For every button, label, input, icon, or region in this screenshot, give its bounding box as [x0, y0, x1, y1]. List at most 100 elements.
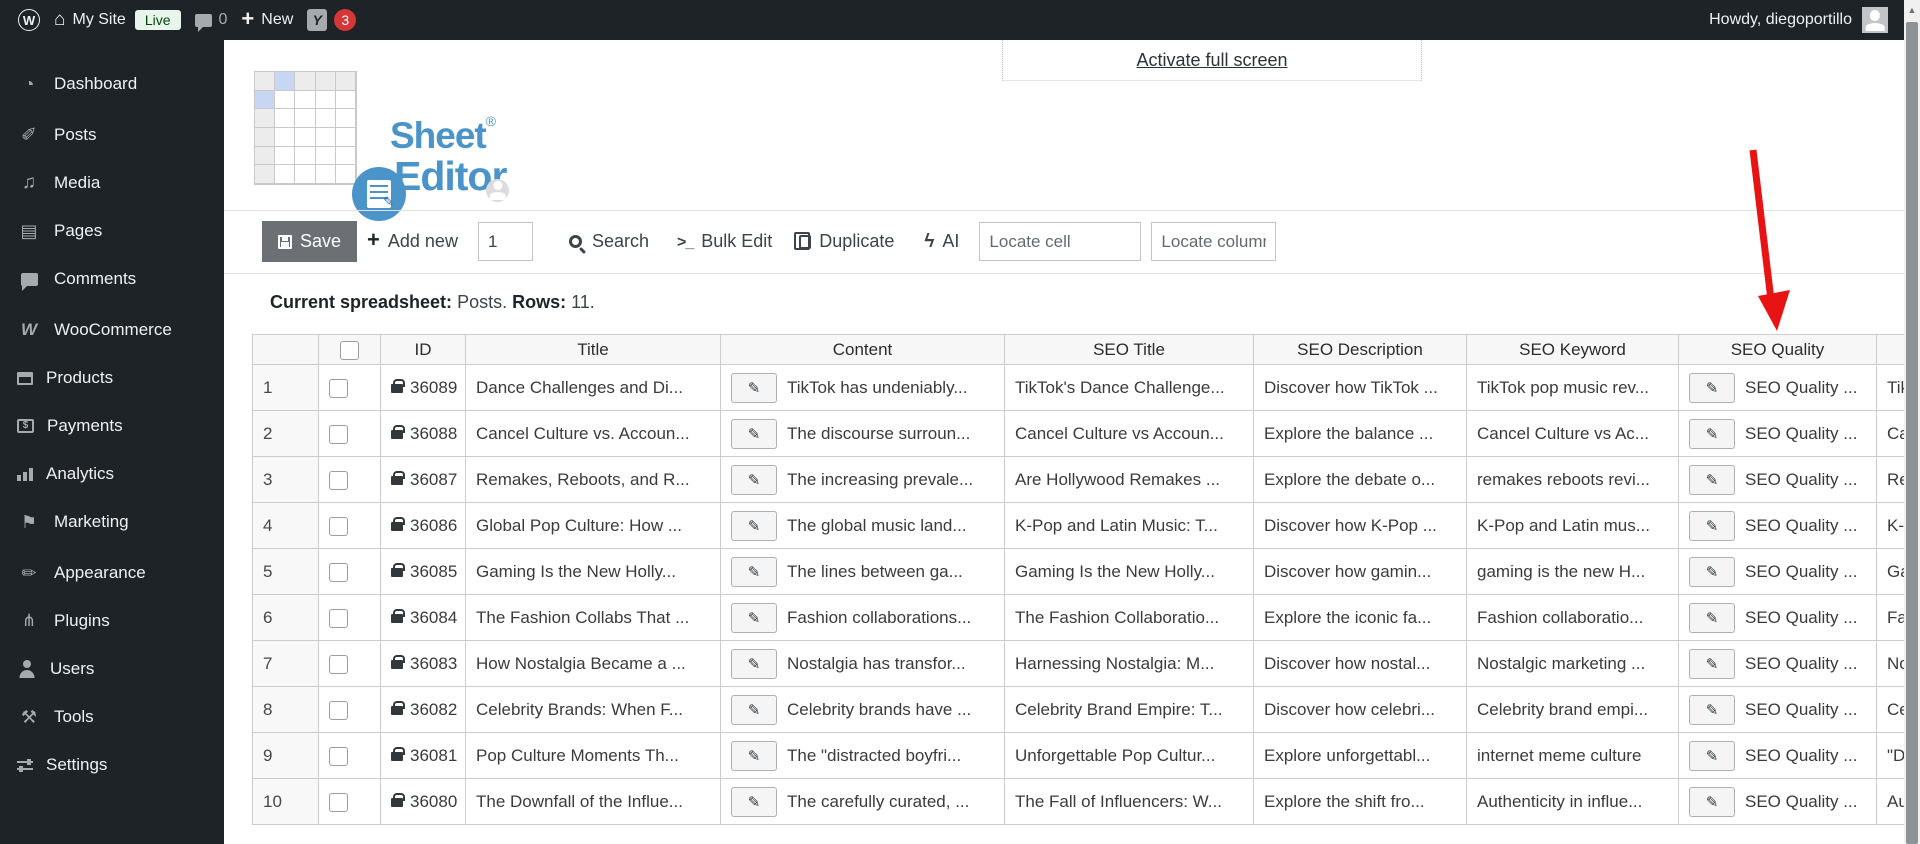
title-cell[interactable]: The Fashion Collabs That ... [465, 594, 721, 641]
col-header-seo-keyword[interactable]: SEO Keyword [1466, 334, 1679, 365]
open-seo-quality-editor-button[interactable] [1689, 418, 1735, 449]
activate-fullscreen-link[interactable]: Activate full screen [1136, 50, 1287, 71]
id-cell[interactable]: 36080 [380, 778, 466, 825]
seo-quality-cell[interactable]: SEO Quality ... [1678, 548, 1877, 595]
sidebar-item[interactable]: Tools [0, 699, 224, 735]
seo-title-cell[interactable]: Gaming Is the New Holly... [1004, 548, 1254, 595]
seo-description-cell[interactable]: Discover how K-Pop ... [1253, 502, 1467, 549]
my-site-link[interactable]: My Site Live [54, 9, 181, 31]
title-cell[interactable]: Cancel Culture vs. Accoun... [465, 410, 721, 457]
content-cell[interactable]: The "distracted boyfri... [720, 732, 1005, 779]
title-cell[interactable]: The Downfall of the Influe... [465, 778, 721, 825]
open-content-editor-button[interactable] [731, 418, 777, 449]
wordpress-logo-icon[interactable] [18, 9, 40, 31]
id-cell[interactable]: 36086 [380, 502, 466, 549]
scrollbar-thumb[interactable] [1906, 22, 1918, 844]
open-seo-quality-editor-button[interactable] [1689, 740, 1735, 771]
id-cell[interactable]: 36088 [380, 410, 466, 457]
sidebar-item[interactable]: Comments [0, 261, 224, 297]
row-checkbox[interactable] [329, 424, 348, 444]
content-cell[interactable]: The increasing prevale... [720, 456, 1005, 503]
open-content-editor-button[interactable] [731, 648, 777, 679]
id-cell[interactable]: 36084 [380, 594, 466, 641]
sidebar-item[interactable]: Analytics [0, 456, 224, 492]
row-number[interactable]: 8 [252, 686, 319, 733]
title-cell[interactable]: Dance Challenges and Di... [465, 364, 721, 411]
seo-quality-cell[interactable]: SEO Quality ... [1678, 686, 1877, 733]
col-header-seo-title[interactable]: SEO Title [1004, 334, 1254, 365]
comments-shortcut[interactable]: 0 [194, 11, 227, 32]
open-content-editor-button[interactable] [731, 694, 777, 725]
col-header-seo-quality[interactable]: SEO Quality [1678, 334, 1877, 365]
row-number[interactable]: 9 [252, 732, 319, 779]
add-count-input[interactable] [477, 222, 533, 261]
yoast-notifications[interactable]: 3 [307, 9, 357, 31]
open-content-editor-button[interactable] [731, 602, 777, 633]
seo-keyword-cell[interactable]: Celebrity brand empi... [1466, 686, 1679, 733]
new-content-button[interactable]: New [241, 10, 293, 31]
open-seo-quality-editor-button[interactable] [1689, 648, 1735, 679]
sidebar-item[interactable]: Settings [0, 747, 224, 783]
howdy-account-link[interactable]: Howdy, diegoportillo [1709, 11, 1852, 29]
row-checkbox[interactable] [329, 700, 348, 720]
locate-cell-input[interactable] [979, 222, 1142, 261]
seo-description-cell[interactable]: Discover how TikTok ... [1253, 364, 1467, 411]
seo-keyword-cell[interactable]: remakes reboots revi... [1466, 456, 1679, 503]
open-content-editor-button[interactable] [731, 556, 777, 587]
sidebar-item[interactable]: WooCommerce [0, 312, 224, 348]
sidebar-item[interactable]: Posts [0, 117, 224, 153]
id-cell[interactable]: 36087 [380, 456, 466, 503]
content-cell[interactable]: The carefully curated, ... [720, 778, 1005, 825]
id-cell[interactable]: 36082 [380, 686, 466, 733]
sidebar-item[interactable]: Media [0, 165, 224, 201]
row-checkbox[interactable] [329, 654, 348, 674]
seo-keyword-cell[interactable]: TikTok pop music rev... [1466, 364, 1679, 411]
row-number[interactable]: 5 [252, 548, 319, 595]
sidebar-item[interactable]: Dashboard [0, 66, 224, 102]
seo-title-cell[interactable]: Celebrity Brand Empire: T... [1004, 686, 1254, 733]
seo-quality-cell[interactable]: SEO Quality ... [1678, 732, 1877, 779]
title-cell[interactable]: Global Pop Culture: How ... [465, 502, 721, 549]
seo-description-cell[interactable]: Discover how nostal... [1253, 640, 1467, 687]
open-seo-quality-editor-button[interactable] [1689, 510, 1735, 541]
seo-description-cell[interactable]: Discover how gamin... [1253, 548, 1467, 595]
seo-quality-cell[interactable]: SEO Quality ... [1678, 456, 1877, 503]
sidebar-item[interactable]: Payments [0, 408, 224, 444]
title-cell[interactable]: Pop Culture Moments Th... [465, 732, 721, 779]
save-button[interactable]: Save [262, 221, 358, 262]
seo-description-cell[interactable]: Explore unforgettabl... [1253, 732, 1467, 779]
row-checkbox[interactable] [329, 470, 348, 490]
row-number[interactable]: 3 [252, 456, 319, 503]
seo-title-cell[interactable]: The Fashion Collaboratio... [1004, 594, 1254, 641]
title-cell[interactable]: Celebrity Brands: When F... [465, 686, 721, 733]
sidebar-item[interactable]: Appearance [0, 555, 224, 591]
seo-description-cell[interactable]: Discover how celebri... [1253, 686, 1467, 733]
open-content-editor-button[interactable] [731, 740, 777, 771]
row-number[interactable]: 7 [252, 640, 319, 687]
seo-description-cell[interactable]: Explore the debate o... [1253, 456, 1467, 503]
content-cell[interactable]: The global music land... [720, 502, 1005, 549]
seo-quality-cell[interactable]: SEO Quality ... [1678, 364, 1877, 411]
col-header-content[interactable]: Content [720, 334, 1005, 365]
sidebar-item[interactable]: Plugins [0, 603, 224, 639]
seo-description-cell[interactable]: Explore the balance ... [1253, 410, 1467, 457]
open-seo-quality-editor-button[interactable] [1689, 602, 1735, 633]
row-checkbox[interactable] [329, 378, 348, 398]
id-cell[interactable]: 36089 [380, 364, 466, 411]
open-seo-quality-editor-button[interactable] [1689, 786, 1735, 817]
open-seo-quality-editor-button[interactable] [1689, 556, 1735, 587]
bulk-edit-button[interactable]: Bulk Edit [677, 231, 772, 252]
seo-title-cell[interactable]: Are Hollywood Remakes ... [1004, 456, 1254, 503]
row-number[interactable]: 10 [252, 778, 319, 825]
row-checkbox[interactable] [329, 516, 348, 536]
open-content-editor-button[interactable] [731, 786, 777, 817]
open-content-editor-button[interactable] [731, 372, 777, 403]
seo-quality-cell[interactable]: SEO Quality ... [1678, 640, 1877, 687]
select-all-checkbox[interactable] [340, 340, 359, 360]
seo-title-cell[interactable]: Cancel Culture vs Accoun... [1004, 410, 1254, 457]
user-avatar[interactable] [1862, 7, 1888, 33]
seo-keyword-cell[interactable]: Fashion collaboratio... [1466, 594, 1679, 641]
content-cell[interactable]: Nostalgia has transfor... [720, 640, 1005, 687]
add-new-button[interactable]: Add new [367, 231, 458, 252]
col-header-title[interactable]: Title [465, 334, 721, 365]
